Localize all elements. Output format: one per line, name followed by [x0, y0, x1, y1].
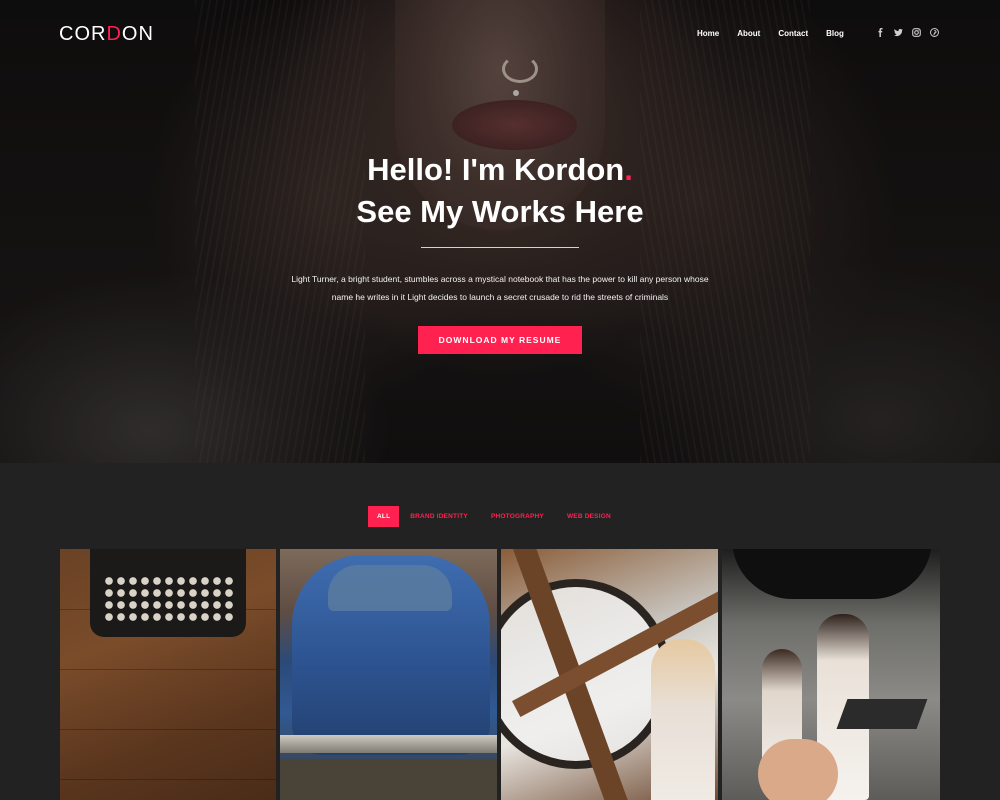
- filter-web-design[interactable]: WEB DESIGN: [567, 513, 611, 520]
- portfolio-item-blue-car[interactable]: [280, 549, 497, 800]
- social-links: [876, 28, 948, 37]
- portfolio-filters: ALL BRAND IDENTITY PHOTOGRAPHY WEB DESIG…: [368, 506, 634, 527]
- logo-text-prefix: COR: [59, 23, 107, 45]
- twitter-icon[interactable]: [894, 28, 903, 37]
- hero-headline-text: Hello! I'm Kordon: [367, 152, 625, 187]
- portfolio-item-typewriter[interactable]: [60, 549, 276, 800]
- instagram-icon[interactable]: [912, 28, 921, 37]
- filter-brand-identity[interactable]: BRAND IDENTITY: [410, 513, 468, 520]
- main-nav: Home About Contact Blog: [697, 29, 862, 38]
- typewriter-keys: [103, 575, 233, 625]
- car-ground: [280, 759, 497, 800]
- hero-divider: [421, 247, 579, 248]
- portfolio-item-photo-studio[interactable]: [722, 549, 940, 800]
- pinterest-icon[interactable]: [930, 28, 939, 37]
- car-windshield: [328, 565, 452, 611]
- facebook-icon[interactable]: [876, 28, 885, 37]
- logo[interactable]: CORDON: [59, 23, 154, 46]
- nav-item-home[interactable]: Home: [697, 29, 719, 38]
- filter-all[interactable]: ALL: [368, 506, 400, 527]
- portfolio-item-clock-tower[interactable]: [501, 549, 718, 800]
- laptop-image: [836, 699, 928, 729]
- filter-photography[interactable]: PHOTOGRAPHY: [491, 513, 544, 520]
- download-resume-button[interactable]: DOWNLOAD MY RESUME: [418, 326, 582, 354]
- nav-item-about[interactable]: About: [737, 29, 760, 38]
- hand-image: [758, 739, 838, 800]
- hero-headline-line1: Hello! I'm Kordon.: [0, 150, 1000, 190]
- logo-text-suffix: ON: [121, 23, 154, 45]
- wood-grain: [60, 669, 276, 670]
- hero-headline-dot: .: [624, 152, 633, 187]
- nav-item-contact[interactable]: Contact: [778, 29, 808, 38]
- studio-umbrella: [732, 549, 932, 599]
- wood-grain: [60, 779, 276, 780]
- hero-section: CORDON Home About Contact Blog Hello! I'…: [0, 0, 1000, 463]
- logo-text-accent: D: [106, 23, 122, 45]
- portfolio-grid: [60, 549, 940, 800]
- nav-item-blog[interactable]: Blog: [826, 29, 844, 38]
- car-bumper: [280, 735, 497, 753]
- model-figure: [651, 639, 715, 800]
- wood-grain: [60, 729, 276, 730]
- hero-headline-line2: See My Works Here: [356, 194, 644, 229]
- hero-intro-text: Light Turner, a bright student, stumbles…: [291, 274, 709, 302]
